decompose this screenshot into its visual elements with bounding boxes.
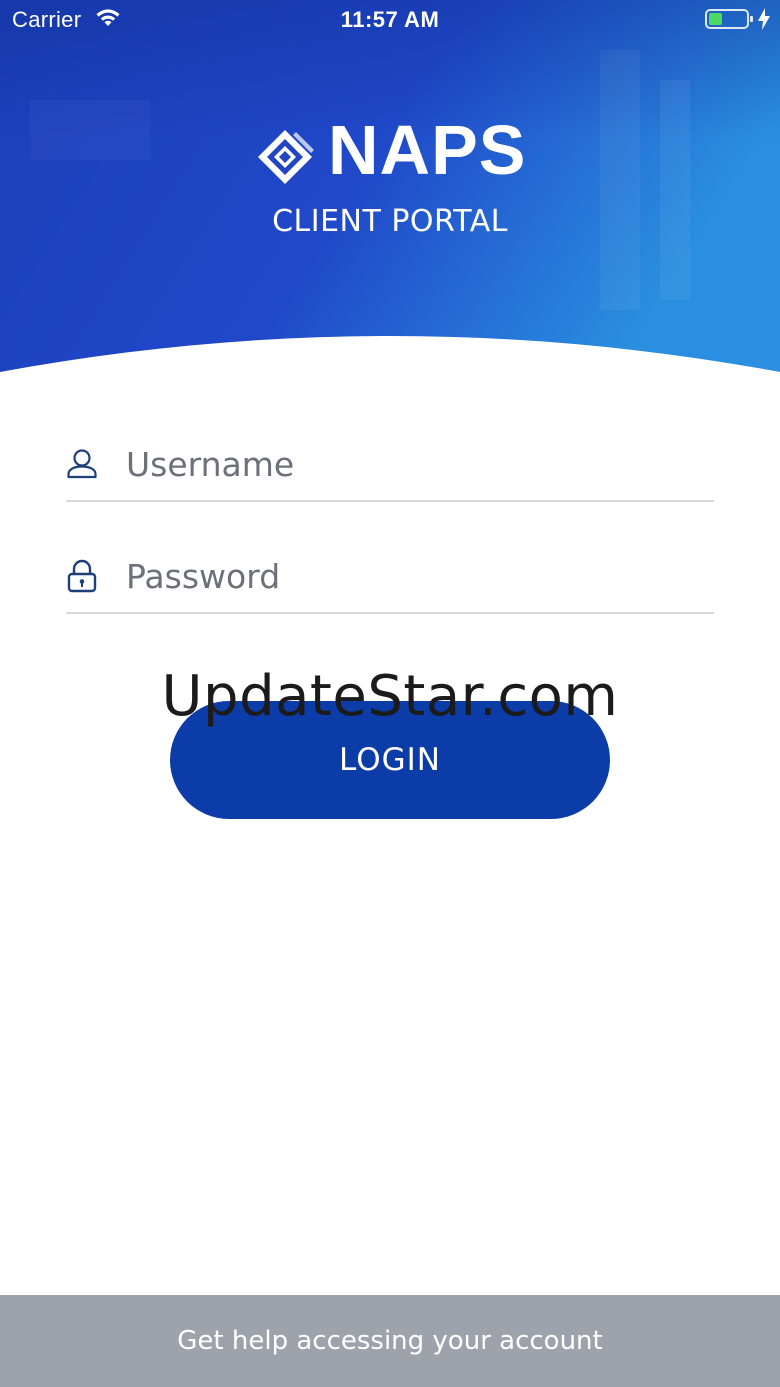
username-field [66,430,714,502]
user-icon [67,449,97,479]
get-help-button[interactable]: Get help accessing your account [0,1295,780,1387]
login-button[interactable]: LOGIN [170,701,610,819]
password-field [66,542,714,614]
portal-subtitle: CLIENT PORTAL [272,204,508,239]
naps-diamond-logo-icon [258,130,314,184]
password-input[interactable] [126,552,706,600]
status-time: 11:57 AM [340,7,440,32]
battery-fill [709,13,722,25]
battery-icon [705,9,753,29]
header-banner: Carrier 11:57 AM NAPS CLIENT PORTAL [0,0,780,400]
charging-bolt-icon [758,8,770,30]
username-input[interactable] [126,440,706,488]
login-screen: Carrier 11:57 AM NAPS CLIENT PORTAL User… [0,0,780,1387]
lock-icon [67,559,97,593]
brand-name: NAPS [328,111,527,189]
status-bar: Carrier 11:57 AM [0,0,780,40]
header-background [0,0,780,372]
